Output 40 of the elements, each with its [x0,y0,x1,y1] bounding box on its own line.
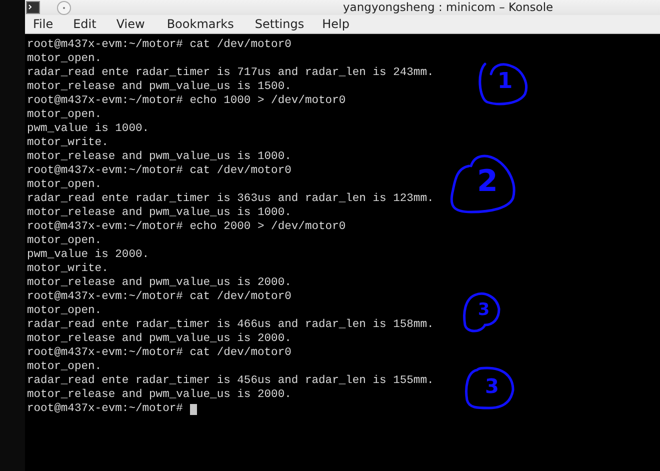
terminal-line: radar_read ente radar_timer is 717us and radar_len is 243mm. [27,66,434,80]
terminal-line: motor_open. [27,178,102,192]
terminal-line: motor_write. [27,262,108,276]
window-title: yangyongsheng : minicom – Konsole [343,0,554,14]
terminal-line: root@m437x-evm:~/motor# cat /dev/motor0 [27,164,292,178]
terminal-line: root@m437x-evm:~/motor# cat /dev/motor0 [27,38,292,52]
menu-item[interactable]: Edit [69,17,104,31]
terminal-line: root@m437x-evm:~/motor# cat /dev/motor0 [27,290,292,304]
menu-item[interactable]: Help [318,17,358,31]
menu-item[interactable]: Bookmarks [162,17,242,31]
terminal-line: radar_read ente radar_timer is 466us and radar_len is 158mm. [27,318,434,332]
terminal-app-icon [26,1,40,14]
handwritten-number: 1 [496,68,514,96]
terminal-line: root@m437x-evm:~/motor# [27,402,184,416]
handwritten-number: 3 [484,374,500,398]
terminal-line: motor_write. [27,136,108,150]
menu-item[interactable]: File [29,17,62,31]
terminal-line: motor_release and pwm_value_us is 1500. [27,80,292,94]
terminal-line: pwm_value is 2000. [27,248,150,262]
handwritten-number: 3 [476,300,491,320]
terminal-line: motor_release and pwm_value_us is 1000. [27,150,292,164]
terminal-line: pwm_value is 1000. [27,122,150,136]
terminal-line: root@m437x-evm:~/motor# echo 1000 > /dev/motor0 [27,94,346,108]
handwritten-number: 2 [476,164,499,200]
terminal-line: motor_open. [27,52,102,66]
terminal-line: root@m437x-evm:~/motor# cat /dev/motor0 [27,346,292,360]
window-menu-button[interactable] [57,0,71,14]
terminal-line: motor_open. [27,108,102,122]
menu-item[interactable]: Settings [250,17,312,31]
terminal-line: motor_open. [27,304,102,318]
terminal-line: radar_read ente radar_timer is 363us and radar_len is 123mm. [27,192,434,206]
terminal-line: motor_release and pwm_value_us is 2000. [27,388,292,402]
terminal-line: motor_release and pwm_value_us is 2000. [27,332,292,346]
terminal-line: motor_release and pwm_value_us is 2000. [27,276,292,290]
terminal-line: radar_read ente radar_timer is 456us and radar_len is 155mm. [27,374,434,388]
terminal-line: motor_open. [27,360,102,374]
terminal-line: motor_open. [27,234,102,248]
terminal-line: root@m437x-evm:~/motor# echo 2000 > /dev/motor0 [27,220,346,234]
menu-item[interactable]: View [112,17,153,31]
terminal-line: motor_release and pwm_value_us is 1000. [27,206,292,220]
